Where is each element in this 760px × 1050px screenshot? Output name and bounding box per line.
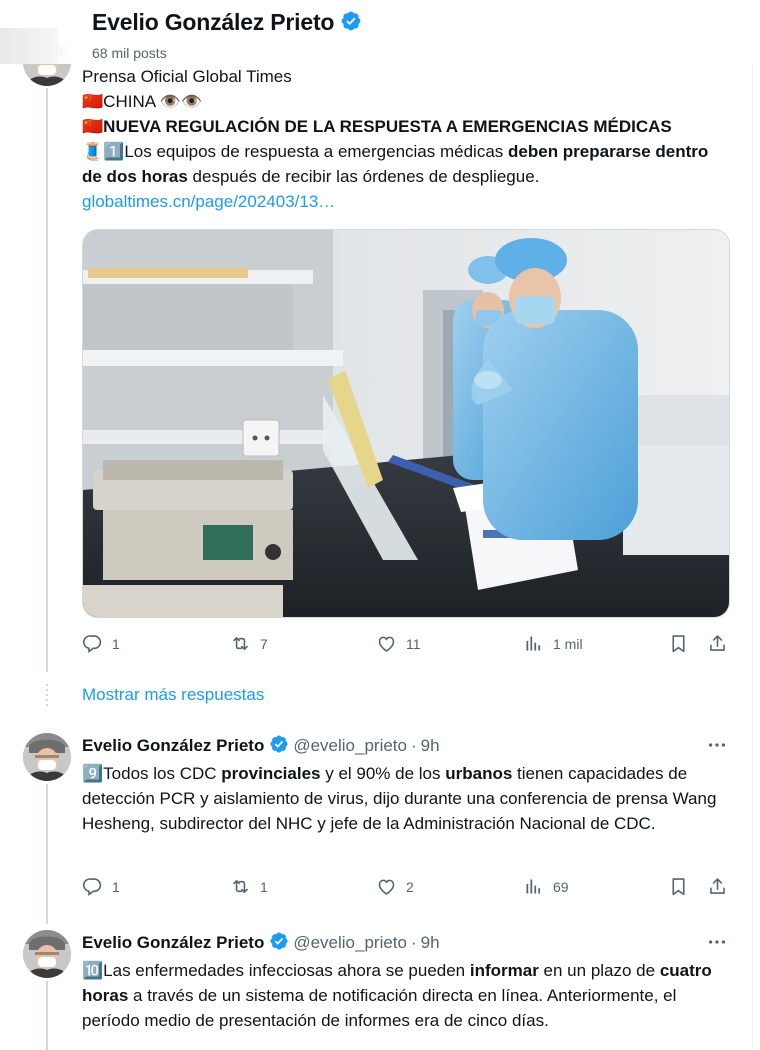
tweet1-line2-text: CHINA: [103, 92, 156, 111]
reply-button[interactable]: 1: [82, 633, 120, 654]
tweet1-line4: 🧵1️⃣Los equipos de respuesta a emergenci…: [82, 139, 712, 189]
tweet1-headline: NUEVA REGULACIÓN DE LA RESPUESTA A EMERG…: [103, 117, 672, 136]
tweet1-link[interactable]: globaltimes.cn/page/202403/13…: [82, 192, 335, 211]
tweet2-actions: 1 1 2 69: [82, 876, 732, 906]
author-name[interactable]: Evelio González Prieto: [82, 933, 264, 952]
header-name-text: Evelio González Prieto: [92, 9, 335, 35]
verified-badge-icon: [269, 734, 289, 754]
share-icon: [707, 633, 728, 654]
more-icon[interactable]: [706, 734, 728, 756]
tweet1-line3: 🇨🇳NUEVA REGULACIÓN DE LA RESPUESTA A EME…: [82, 114, 712, 139]
china-flag-icon: 🇨🇳: [82, 92, 104, 111]
repost-count: 7: [260, 635, 268, 652]
tweet2-text-bold-1: provinciales: [221, 764, 321, 783]
bookmark-button[interactable]: [668, 633, 689, 654]
china-flag-icon: 🇨🇳: [82, 117, 104, 136]
bookmark-icon: [668, 876, 689, 897]
tweet3-text-a: Las enfermedades infecciosas ahora se pu…: [103, 961, 470, 980]
thread-gap-dots: [46, 684, 48, 708]
repost-icon: [230, 876, 251, 897]
tweet3-header: Evelio González Prieto @evelio_prieto · 9h: [82, 931, 440, 954]
eyes-emoji-icon: 👁️👁️: [159, 92, 203, 111]
tweet1-body: Prensa Oficial Global Times 🇨🇳CHINA 👁️👁️…: [82, 64, 712, 214]
like-icon: [376, 633, 397, 654]
views-button[interactable]: 1 mil: [523, 633, 583, 654]
bookmark-icon: [668, 633, 689, 654]
thread-line: [46, 981, 48, 1050]
tweet1-image[interactable]: [82, 229, 730, 618]
timestamp[interactable]: 9h: [421, 933, 440, 952]
like-icon: [376, 876, 397, 897]
views-icon: [523, 876, 544, 897]
tweet3-body: 🔟Las enfermedades infecciosas ahora se p…: [82, 958, 722, 1033]
verified-badge-icon: [340, 10, 362, 32]
more-icon[interactable]: [706, 931, 728, 953]
bookmark-button[interactable]: [668, 876, 689, 897]
repost-count: 1: [260, 878, 268, 895]
like-count: 11: [406, 635, 421, 652]
tweet3-text-e: a través de un sistema de notificación d…: [82, 986, 677, 1030]
author-handle[interactable]: @evelio_prieto: [293, 736, 407, 755]
reply-icon: [82, 876, 103, 897]
reply-count: 1: [112, 635, 120, 652]
tweet2-text-c: y el 90% de los: [320, 764, 446, 783]
share-button[interactable]: [707, 633, 728, 654]
repost-icon: [230, 633, 251, 654]
author-handle[interactable]: @evelio_prieto: [293, 933, 407, 952]
column-border: [752, 0, 753, 1050]
tweet1-line1: Prensa Oficial Global Times: [82, 67, 292, 86]
like-button[interactable]: 11: [376, 633, 421, 654]
repost-button[interactable]: 7: [230, 633, 268, 654]
views-count: 1 mil: [553, 635, 583, 652]
tweet2-body: 9️⃣Todos los CDC provinciales y el 90% d…: [82, 761, 722, 836]
number-nine-emoji-icon: 9️⃣: [82, 764, 104, 783]
avatar[interactable]: [23, 930, 71, 978]
number-ten-emoji-icon: 🔟: [82, 961, 104, 980]
tweet1-text-c: después de recibir las órdenes de despli…: [187, 167, 540, 186]
tweet2-text-a: Todos los CDC: [103, 764, 222, 783]
reply-button[interactable]: 1: [82, 876, 120, 897]
separator-dot: ·: [410, 933, 417, 952]
back-button-area[interactable]: [0, 28, 58, 64]
thread-number-emoji-icon: 🧵1️⃣: [82, 142, 125, 161]
author-name[interactable]: Evelio González Prieto: [82, 736, 264, 755]
posts-count: 68 mil posts: [92, 45, 167, 61]
timestamp[interactable]: 9h: [421, 736, 440, 755]
profile-header: Evelio González Prieto 68 mil posts: [0, 0, 760, 64]
tweet2-header: Evelio González Prieto @evelio_prieto · 9h: [82, 734, 440, 757]
header-title: Evelio González Prieto: [92, 9, 362, 36]
avatar-image: [23, 733, 71, 781]
tweet1-text-a: Los equipos de respuesta a emergencias m…: [124, 142, 509, 161]
like-count: 2: [406, 878, 414, 895]
tweet2-text-bold-2: urbanos: [445, 764, 513, 783]
tweet1-actions: 1 7 11 1 mil: [82, 633, 732, 663]
avatar-image: [23, 930, 71, 978]
lab-photo: [83, 230, 729, 617]
repost-button[interactable]: 1: [230, 876, 268, 897]
tweet1-line2: 🇨🇳CHINA 👁️👁️: [82, 89, 712, 114]
separator-dot: ·: [410, 736, 417, 755]
avatar[interactable]: [23, 733, 71, 781]
verified-badge-icon: [269, 931, 289, 951]
thread-line: [46, 88, 48, 672]
share-icon: [707, 876, 728, 897]
tweet3-text-bold-1: informar: [469, 961, 539, 980]
show-more-replies-link[interactable]: Mostrar más respuestas: [82, 685, 264, 705]
views-icon: [523, 633, 544, 654]
views-button[interactable]: 69: [523, 876, 569, 897]
views-count: 69: [553, 878, 569, 895]
like-button[interactable]: 2: [376, 876, 414, 897]
share-button[interactable]: [707, 876, 728, 897]
reply-icon: [82, 633, 103, 654]
reply-count: 1: [112, 878, 120, 895]
thread-line: [46, 784, 48, 924]
tweet3-text-c: en un plazo de: [538, 961, 660, 980]
